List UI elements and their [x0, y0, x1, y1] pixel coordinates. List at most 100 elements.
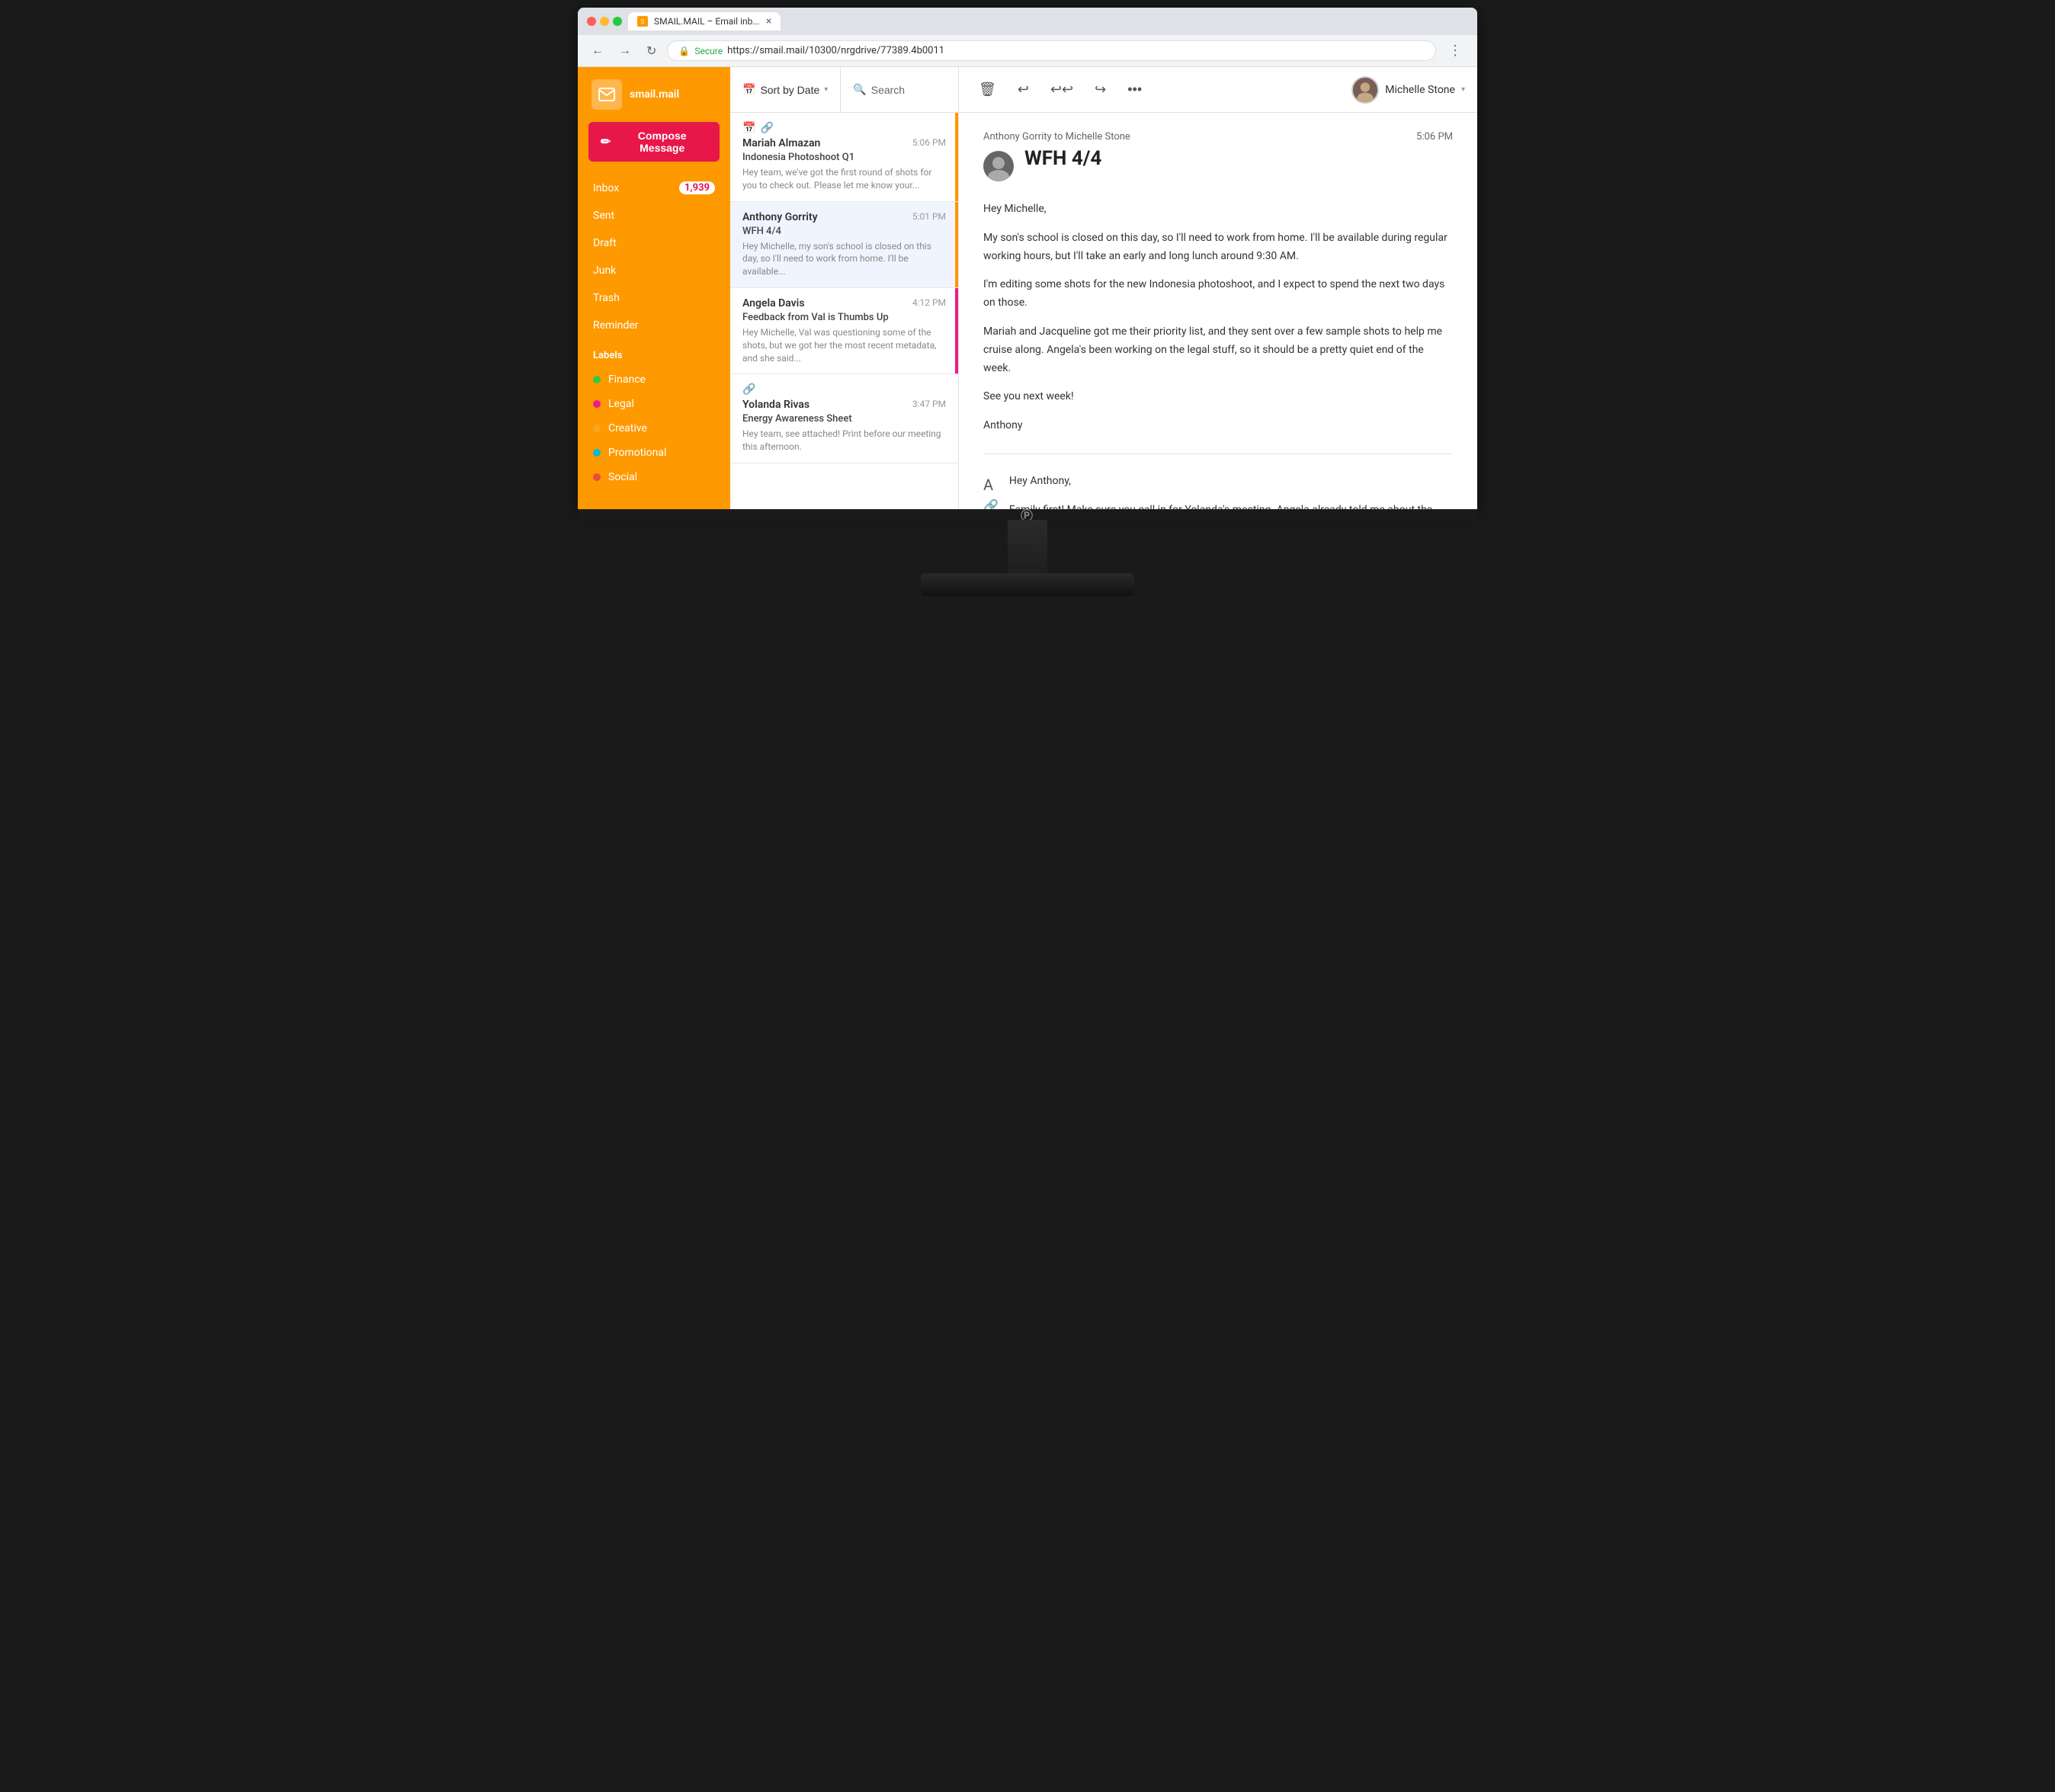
label-item-finance[interactable]: Finance	[578, 367, 730, 392]
sidebar-logo: smail.mail	[578, 67, 730, 122]
inbox-count-badge: 1,939	[679, 181, 715, 194]
sidebar-reminder-label: Reminder	[593, 319, 639, 332]
reply-p2: Family first! Make sure you call in for …	[1009, 502, 1453, 509]
email-preview-3: Hey Michelle, Val was questioning some o…	[742, 326, 946, 364]
email-item-4[interactable]: 🔗 Yolanda Rivas 3:47 PM Energy Awareness…	[730, 374, 958, 463]
reply-all-button[interactable]: ↩↩	[1043, 75, 1081, 104]
avatar	[1351, 76, 1379, 104]
browser-menu-btn[interactable]: ⋮	[1442, 40, 1468, 62]
compose-label: Compose Message	[617, 130, 707, 154]
logo-text: smail.mail	[630, 88, 679, 101]
attachment-icon-email1: 🔗	[760, 122, 773, 134]
social-dot	[593, 473, 601, 481]
legal-label: Legal	[608, 398, 634, 410]
tab-close-icon[interactable]: ×	[766, 15, 771, 27]
mail-app: smail.mail ✏ Compose Message Inbox 1,939…	[578, 67, 1477, 509]
address-url: https://smail.mail/10300/nrgdrive/77389.…	[727, 45, 1425, 56]
nav-refresh-btn[interactable]: ↻	[642, 40, 661, 62]
logo-icon	[591, 79, 622, 110]
body-p6: Anthony	[983, 417, 1453, 435]
email-preview-4: Hey team, see attached! Print before our…	[742, 428, 946, 454]
search-icon: 🔍	[853, 83, 866, 96]
email-item-2[interactable]: Anthony Gorrity 5:01 PM WFH 4/4 Hey Mich…	[730, 202, 958, 288]
nav-back-btn[interactable]: ←	[587, 41, 608, 61]
attachment-icon-email4: 🔗	[742, 383, 755, 396]
creative-dot	[593, 425, 601, 432]
email-time-2: 5:01 PM	[912, 211, 946, 222]
more-actions-button[interactable]: •••	[1120, 75, 1149, 104]
sidebar-sent-label: Sent	[593, 210, 614, 222]
user-menu[interactable]: Michelle Stone ▾	[1351, 76, 1465, 104]
finance-label: Finance	[608, 373, 646, 386]
email-item-3-header: Angela Davis 4:12 PM	[742, 297, 946, 309]
tab-favicon: S	[637, 16, 648, 27]
browser-tab[interactable]: S SMAIL.MAIL – Email inb... ×	[628, 12, 781, 30]
promotional-label: Promotional	[608, 447, 666, 459]
label-item-promotional[interactable]: Promotional	[578, 441, 730, 465]
sidebar-junk-label: Junk	[593, 264, 616, 277]
sidebar-item-inbox[interactable]: Inbox 1,939	[578, 174, 730, 202]
list-toolbar: 📅 Sort by Date ▾ 🔍 Search	[730, 67, 958, 113]
forward-button[interactable]: ↪	[1087, 75, 1114, 104]
search-button[interactable]: 🔍 Search	[841, 67, 917, 112]
monitor-bottom: Ⓟ	[578, 509, 1477, 520]
email-sender-2: Anthony Gorrity	[742, 211, 818, 223]
browser-titlebar: S SMAIL.MAIL – Email inb... ×	[578, 8, 1477, 35]
browser-toolbar: ← → ↻ 🔒 Secure https://smail.mail/10300/…	[578, 35, 1477, 67]
window-close-btn[interactable]	[587, 17, 596, 26]
sidebar-item-sent[interactable]: Sent	[578, 202, 730, 229]
reply-p1: Hey Anthony,	[1009, 473, 1453, 491]
email-item-4-icons: 🔗	[742, 383, 946, 396]
email-time-3: 4:12 PM	[912, 297, 946, 308]
compose-button[interactable]: ✏ Compose Message	[588, 122, 720, 162]
email-meta-row: Anthony Gorrity to Michelle Stone 5:06 P…	[983, 131, 1453, 143]
sidebar-draft-label: Draft	[593, 237, 617, 249]
promotional-dot	[593, 449, 601, 457]
tab-title: SMAIL.MAIL – Email inb...	[654, 16, 760, 27]
body-p1: Hey Michelle,	[983, 200, 1453, 219]
reading-content: Anthony Gorrity to Michelle Stone 5:06 P…	[959, 113, 1477, 509]
sidebar-item-junk[interactable]: Junk	[578, 257, 730, 284]
label-item-legal[interactable]: Legal	[578, 392, 730, 416]
email-list-panel: 📅 Sort by Date ▾ 🔍 Search 📅 🔗	[730, 67, 959, 509]
email-avatar-subject-row: WFH 4/4	[983, 147, 1453, 185]
sidebar-item-trash[interactable]: Trash	[578, 284, 730, 312]
reading-toolbar: 🗑 ↩ ↩↩ ↪ ••• Michelle Stone ▾	[959, 67, 1477, 113]
user-menu-chevron-icon: ▾	[1461, 85, 1465, 94]
calendar-icon-email1: 📅	[742, 122, 755, 134]
email-item-2-header: Anthony Gorrity 5:01 PM	[742, 211, 946, 223]
reply-meta-row: A 🔗 Hey Anthony, Family first! Make sure…	[983, 473, 1453, 509]
nav-forward-btn[interactable]: →	[614, 41, 636, 61]
sender-avatar	[983, 151, 1014, 181]
email-sender-4: Yolanda Rivas	[742, 399, 809, 411]
email-preview-1: Hey team, we've got the first round of s…	[742, 166, 946, 192]
labels-heading: Labels	[578, 339, 730, 367]
label-item-social[interactable]: Social	[578, 465, 730, 489]
email-indicator-3	[955, 288, 958, 373]
email-read-time: 5:06 PM	[1416, 131, 1453, 143]
reply-a-icon: A	[983, 476, 999, 494]
window-min-btn[interactable]	[600, 17, 609, 26]
delete-button[interactable]: 🗑	[971, 75, 1004, 104]
social-label: Social	[608, 471, 637, 483]
email-item-1[interactable]: 📅 🔗 Mariah Almazan 5:06 PM Indonesia Pho…	[730, 113, 958, 202]
email-time-1: 5:06 PM	[912, 137, 946, 148]
email-list: 📅 🔗 Mariah Almazan 5:06 PM Indonesia Pho…	[730, 113, 958, 509]
sort-by-date-button[interactable]: 📅 Sort by Date ▾	[730, 67, 841, 112]
reply-body: Hey Anthony, Family first! Make sure you…	[1009, 473, 1453, 509]
nav-items: Inbox 1,939 Sent Draft Junk Trash Remind…	[578, 174, 730, 339]
secure-icon: 🔒	[678, 46, 690, 56]
address-bar[interactable]: 🔒 Secure https://smail.mail/10300/nrgdri…	[667, 40, 1436, 61]
sidebar-item-reminder[interactable]: Reminder	[578, 312, 730, 339]
reply-button[interactable]: ↩	[1010, 75, 1037, 104]
email-item-3[interactable]: Angela Davis 4:12 PM Feedback from Val i…	[730, 288, 958, 374]
window-max-btn[interactable]	[613, 17, 622, 26]
body-p5: See you next week!	[983, 388, 1453, 406]
compose-icon: ✏	[601, 134, 611, 149]
email-title: WFH 4/4	[1024, 147, 1101, 170]
label-item-creative[interactable]: Creative	[578, 416, 730, 441]
sidebar-item-draft[interactable]: Draft	[578, 229, 730, 257]
body-p4: Mariah and Jacqueline got me their prior…	[983, 323, 1453, 377]
monitor-neck	[1008, 520, 1047, 573]
email-subject-1: Indonesia Photoshoot Q1	[742, 152, 946, 163]
